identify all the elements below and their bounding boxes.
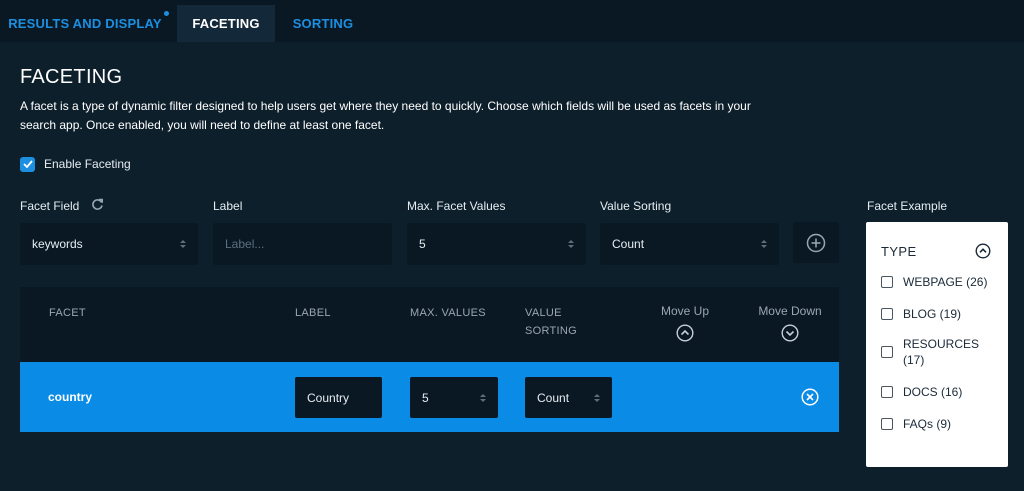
header-move-down: Move Down — [750, 304, 830, 345]
header-value-sorting: VALUE SORTING — [525, 304, 577, 340]
select-arrows-icon — [180, 240, 186, 248]
tab-faceting[interactable]: FACETING — [177, 5, 275, 42]
facet-example-item-label: RESOURCES (17) — [903, 336, 979, 368]
row-sorting-select[interactable]: Count — [525, 377, 612, 418]
facet-example-card: TYPE WEBPAGE (26) BLOG (19) RESOURCES (1… — [866, 222, 1008, 467]
chevron-up-circle-icon — [975, 243, 991, 259]
facet-example-collapse-button[interactable] — [975, 243, 991, 264]
header-value-sorting-line1: VALUE — [525, 307, 562, 319]
facet-example-item-label-line2: (17) — [903, 353, 925, 367]
facet-example-title: TYPE — [881, 244, 917, 259]
add-facet-button[interactable] — [793, 222, 839, 263]
facet-example-item-label: DOCS (16) — [903, 385, 963, 399]
page-description: A facet is a type of dynamic filter desi… — [20, 99, 751, 132]
move-up-label: Move Up — [660, 304, 710, 318]
facet-example-item-label: FAQs (9) — [903, 417, 952, 431]
tab-bar: RESULTS AND DISPLAY FACETING SORTING — [0, 0, 1024, 42]
tab-label: FACETING — [192, 16, 260, 31]
table-row[interactable]: country Country 5 Count — [20, 362, 839, 432]
facet-example-checkbox[interactable] — [881, 346, 893, 358]
tab-label: RESULTS AND DISPLAY — [8, 16, 162, 31]
select-arrows-icon — [594, 393, 600, 402]
facet-field-label: Facet Field — [20, 199, 80, 213]
value-sorting-select[interactable]: Count — [600, 223, 779, 265]
row-facet-name: country — [48, 390, 93, 404]
stepper-arrows-icon — [568, 240, 574, 248]
facet-table-header: FACET LABEL MAX. VALUES VALUE SORTING Mo… — [20, 287, 839, 362]
facet-example-checkbox[interactable] — [881, 276, 893, 288]
tab-results-and-display[interactable]: RESULTS AND DISPLAY — [0, 5, 170, 42]
move-down-label: Move Down — [758, 304, 822, 318]
row-max-values-stepper[interactable]: 5 — [410, 377, 498, 418]
tab-sorting[interactable]: SORTING — [283, 5, 363, 42]
row-label-input[interactable]: Country — [295, 377, 382, 418]
facet-field-select[interactable]: keywords — [20, 223, 198, 265]
facet-example-item[interactable]: WEBPAGE (26) — [881, 274, 987, 290]
facet-example-item[interactable]: DOCS (16) — [881, 384, 962, 400]
value-sorting-label: Value Sorting — [600, 199, 672, 213]
label-field[interactable] — [213, 223, 392, 265]
facet-example-item[interactable]: FAQs (9) — [881, 416, 951, 432]
max-facet-values-stepper[interactable]: 5 — [407, 223, 586, 265]
refresh-icon[interactable] — [91, 198, 104, 216]
facet-example-checkbox[interactable] — [881, 386, 893, 398]
facet-example-checkbox[interactable] — [881, 308, 893, 320]
page-title: FACETING — [20, 66, 123, 88]
tab-label: SORTING — [292, 16, 354, 31]
facet-example-checkbox[interactable] — [881, 418, 893, 430]
close-circle-icon — [801, 388, 819, 406]
header-label: LABEL — [295, 307, 331, 319]
enable-faceting-row: Enable Faceting — [20, 156, 131, 172]
facet-field-value: keywords — [32, 237, 83, 251]
max-facet-values-value: 5 — [419, 237, 426, 251]
select-arrows-icon — [761, 240, 767, 248]
facet-example-item-label: BLOG (19) — [903, 307, 962, 321]
header-max-values: MAX. VALUES — [410, 307, 486, 319]
value-sorting-value: Count — [612, 237, 645, 251]
facet-example-item-label: WEBPAGE (26) — [903, 275, 988, 289]
chevron-down-circle-icon — [781, 324, 799, 342]
plus-circle-icon — [806, 233, 826, 252]
facet-example-item[interactable]: BLOG (19) — [881, 306, 961, 322]
header-facet: FACET — [49, 307, 86, 319]
facet-example-item[interactable]: RESOURCES (17) — [881, 336, 979, 368]
facet-example-item-label-line1: RESOURCES — [903, 337, 980, 351]
row-sorting-value: Count — [537, 390, 570, 405]
label-field-label: Label — [213, 199, 243, 213]
check-icon — [22, 160, 33, 168]
max-facet-values-label: Max. Facet Values — [407, 199, 506, 213]
move-up-button[interactable] — [676, 324, 694, 345]
enable-faceting-checkbox[interactable] — [20, 156, 35, 172]
row-max-values-value: 5 — [422, 390, 429, 405]
row-label-value: Country — [307, 390, 350, 405]
remove-facet-button[interactable] — [801, 388, 819, 411]
header-value-sorting-line2: SORTING — [525, 325, 578, 337]
chevron-up-circle-icon — [676, 324, 694, 342]
header-move-up: Move Up — [650, 304, 720, 345]
stepper-arrows-icon — [480, 393, 486, 402]
move-down-button[interactable] — [781, 324, 799, 345]
enable-faceting-label: Enable Faceting — [44, 157, 131, 171]
facet-example-label: Facet Example — [867, 199, 948, 213]
tab-indicator-dot — [164, 11, 169, 16]
label-input[interactable] — [225, 237, 392, 251]
